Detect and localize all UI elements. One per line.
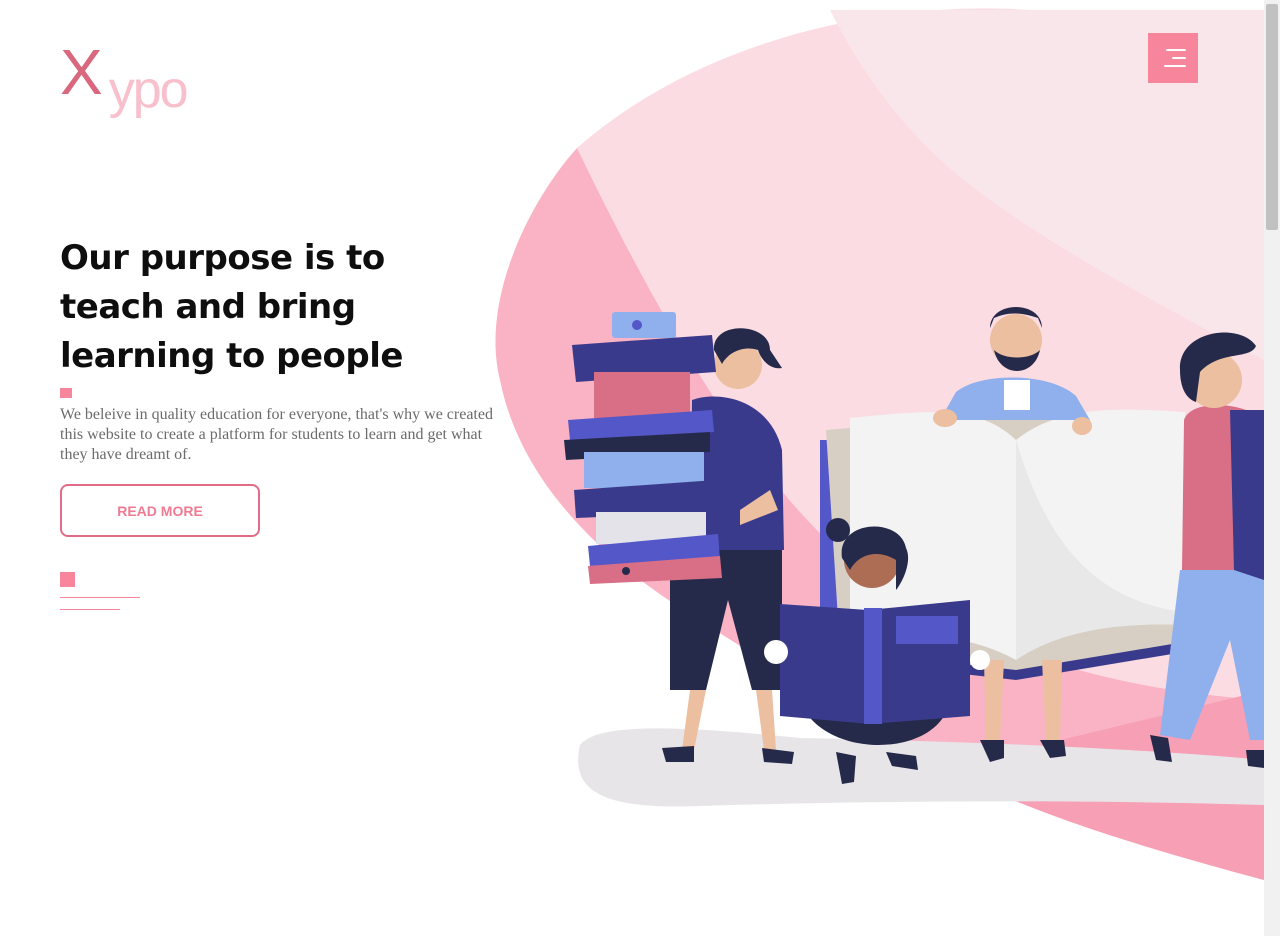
vertical-scrollbar[interactable] — [1264, 0, 1280, 936]
logo-text: ypo — [108, 61, 189, 119]
decorative-line — [60, 609, 120, 610]
book-stack — [564, 312, 722, 584]
menu-button[interactable] — [1148, 33, 1198, 83]
scrollbar-thumb[interactable] — [1266, 4, 1278, 230]
accent-square — [60, 388, 72, 398]
decorative-square — [60, 572, 75, 587]
read-more-button[interactable]: READ MORE — [60, 484, 260, 537]
hamburger-menu-icon — [1166, 49, 1186, 51]
decorative-line — [60, 597, 140, 598]
hero-description: We beleive in quality education for ever… — [60, 406, 493, 463]
landing-page: X ypo Our purpose is to teach and bring … — [0, 0, 1264, 936]
logo[interactable]: X ypo — [60, 36, 189, 119]
hero-title: Our purpose is to teach and bring learni… — [60, 238, 403, 376]
hamburger-line — [1164, 65, 1186, 67]
hamburger-line — [1172, 57, 1186, 59]
logo-letter-x: X — [60, 36, 103, 108]
people-reading-books-illustration — [495, 8, 1264, 881]
